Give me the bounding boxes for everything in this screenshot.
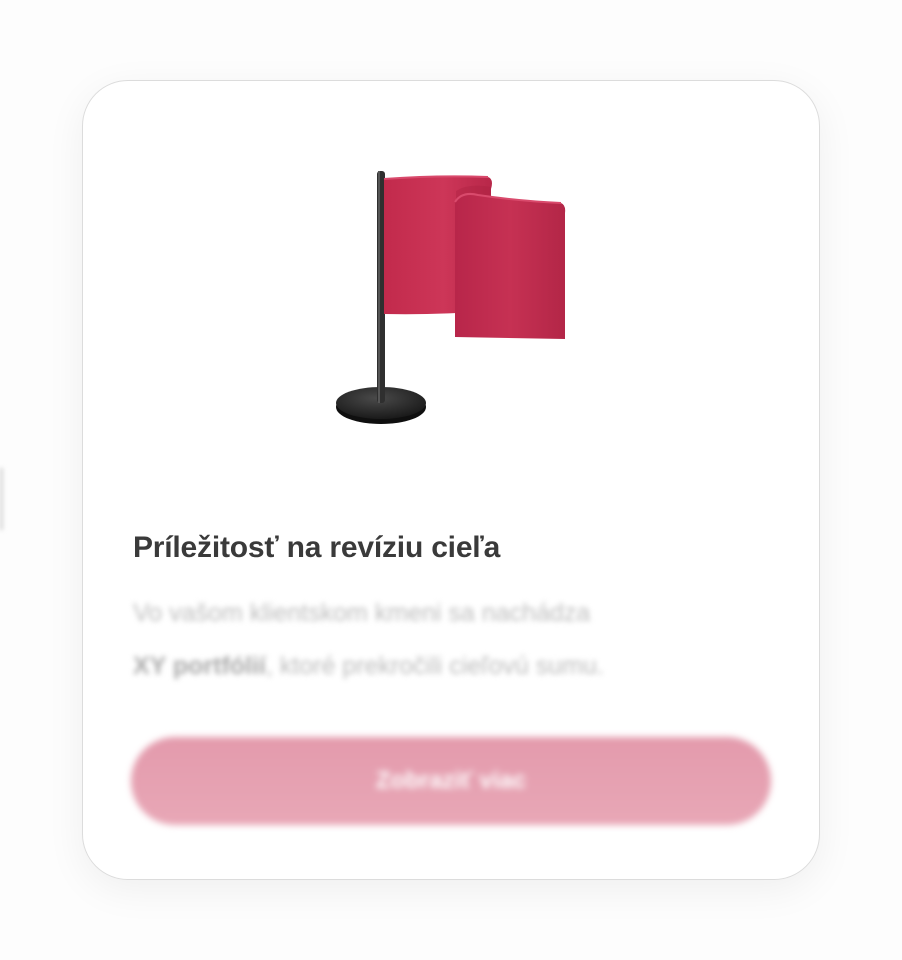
portfolio-count: XY portfólií [133,652,266,680]
previous-card-edge [0,468,3,530]
description-rest: , ktoré prekročili cieľovú sumu. [265,652,604,680]
card-title: Príležitosť na revíziu cieľa [133,531,501,564]
page: Príležitosť na revíziu cieľa Vo vašom kl… [0,0,902,960]
description-text: Vo vašom klientskom kmeni sa nachádza [133,599,591,627]
card-description: Vo vašom klientskom kmeni sa nachádza XY … [133,587,783,693]
red-flag-icon [328,161,578,436]
goal-review-card: Príležitosť na revíziu cieľa Vo vašom kl… [82,80,820,880]
show-more-button[interactable]: Zobraziť viac [131,737,771,825]
